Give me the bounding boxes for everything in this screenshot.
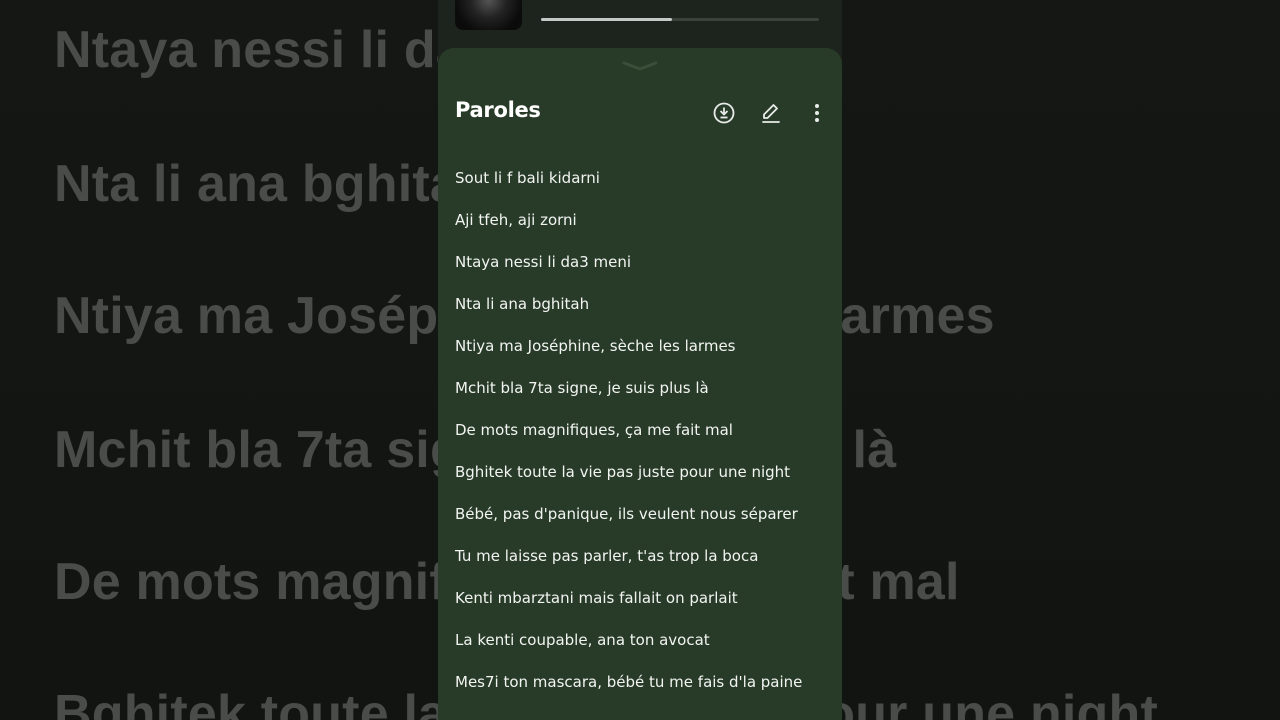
lyric-line[interactable]: Tu me laisse pas parler, t'as trop la bo… <box>455 542 835 584</box>
background-lyric-line: Nta li ana bghitah <box>54 155 491 213</box>
lyric-line[interactable]: Sout li f bali kidarni <box>455 164 835 206</box>
mini-player[interactable] <box>438 0 842 48</box>
progress-bar[interactable] <box>541 18 819 21</box>
lyric-line[interactable]: De mots magnifiques, ça me fait mal <box>455 416 835 458</box>
lyrics-list: Sout li f bali kidarni Aji tfeh, aji zor… <box>455 164 835 710</box>
lyric-line[interactable]: Mchit bla 7ta signe, je suis plus là <box>455 374 835 416</box>
lyric-line[interactable]: Aji tfeh, aji zorni <box>455 206 835 248</box>
lyric-line[interactable]: Mes7i ton mascara, bébé tu me fais d'la … <box>455 668 835 710</box>
download-circle-icon[interactable] <box>709 98 739 128</box>
lyrics-panel: Paroles Sout li f bali kidarni Aji tfeh,… <box>438 48 842 720</box>
lyric-line[interactable]: Nta li ana bghitah <box>455 290 835 332</box>
chevron-down-icon[interactable] <box>620 58 660 72</box>
progress-fill <box>541 18 672 21</box>
pencil-icon[interactable] <box>756 98 786 128</box>
lyric-line[interactable]: La kenti coupable, ana ton avocat <box>455 626 835 668</box>
lyrics-title: Paroles <box>455 98 541 122</box>
lyric-line[interactable]: Kenti mbarztani mais fallait on parlait <box>455 584 835 626</box>
album-art[interactable] <box>455 0 522 30</box>
lyric-line[interactable]: Ntaya nessi li da3 meni <box>455 248 835 290</box>
phone-screen: Paroles Sout li f bali kidarni Aji tfeh,… <box>438 0 842 720</box>
lyric-line[interactable]: Bghitek toute la vie pas juste pour une … <box>455 458 835 500</box>
lyric-line[interactable]: Ntiya ma Joséphine, sèche les larmes <box>455 332 835 374</box>
more-vertical-icon[interactable] <box>802 98 832 128</box>
lyric-line[interactable]: Bébé, pas d'panique, ils veulent nous sé… <box>455 500 835 542</box>
